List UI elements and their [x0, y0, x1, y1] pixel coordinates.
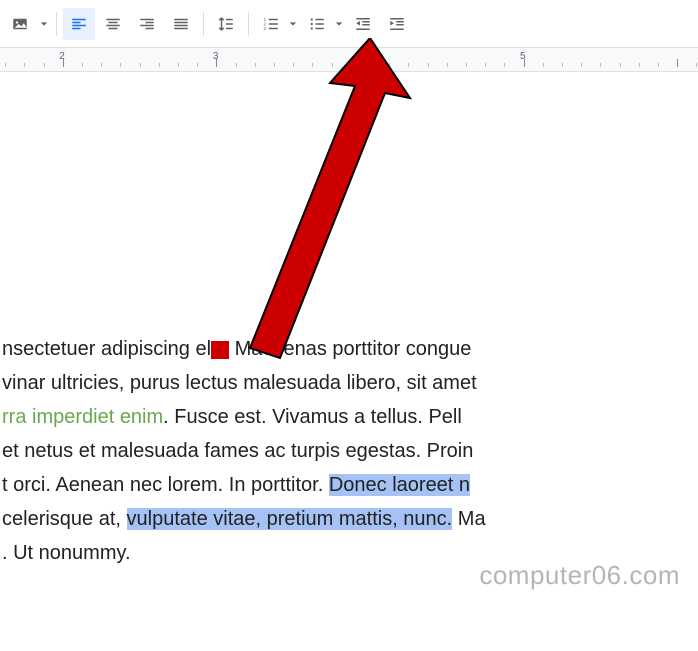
ruler-tick — [543, 63, 544, 67]
formatting-toolbar: 123 — [0, 0, 698, 48]
ruler-tick — [312, 63, 313, 67]
ruler-tick — [600, 63, 601, 67]
ruler-tick — [389, 63, 390, 67]
ruler-tick — [524, 59, 525, 67]
ruler-tick — [293, 63, 294, 67]
ruler-tick — [63, 59, 64, 67]
bulleted-list-button[interactable] — [301, 8, 333, 40]
ruler-tick — [581, 63, 582, 67]
selected-text: vulputate vitae, pretium mattis, nunc. — [127, 508, 453, 530]
ruler-tick — [5, 63, 6, 67]
ruler-tick — [197, 63, 198, 67]
ruler-tick — [178, 63, 179, 67]
toolbar-separator — [203, 12, 204, 36]
align-right-button[interactable] — [131, 8, 163, 40]
bulleted-list-dropdown-icon[interactable] — [333, 20, 345, 28]
text-run: t orci. Aenean nec lorem. In porttitor. — [2, 474, 329, 496]
text-line[interactable]: t orci. Aenean nec lorem. In porttitor. … — [0, 468, 698, 502]
ruler-tick — [216, 59, 217, 67]
decrease-indent-button[interactable] — [347, 8, 379, 40]
ruler-tick — [82, 63, 83, 67]
align-center-button[interactable] — [97, 8, 129, 40]
ruler-tick — [485, 63, 486, 67]
text-line[interactable]: rra imperdiet enim. Fusce est. Vivamus a… — [0, 400, 698, 434]
text-line[interactable]: celerisque at, vulputate vitae, pretium … — [0, 502, 698, 536]
text-line[interactable]: et netus et malesuada fames ac turpis eg… — [0, 434, 698, 468]
horizontal-ruler[interactable]: 2345 — [0, 48, 698, 72]
selected-text: Donec laoreet n — [329, 474, 470, 496]
text-line[interactable]: . Ut nonummy. — [0, 536, 698, 570]
svg-text:3: 3 — [264, 26, 267, 31]
line-spacing-button[interactable] — [210, 8, 242, 40]
ruler-tick — [24, 63, 25, 67]
ruler-tick — [236, 63, 237, 67]
document-body[interactable]: nsectetuer adipiscing el Maecenas portti… — [0, 72, 698, 570]
increase-indent-button[interactable] — [381, 8, 413, 40]
ruler-tick — [677, 59, 678, 67]
text-run: Ma — [452, 508, 485, 530]
toolbar-separator — [248, 12, 249, 36]
arrow-tip-overlap — [211, 341, 229, 359]
ruler-tick — [428, 63, 429, 67]
align-justify-button[interactable] — [165, 8, 197, 40]
ruler-tick — [255, 63, 256, 67]
ruler-tick — [447, 63, 448, 67]
hyperlink-text[interactable]: rra imperdiet enim — [2, 406, 163, 428]
ruler-tick — [658, 63, 659, 67]
ruler-tick — [696, 63, 697, 67]
ruler-tick — [504, 63, 505, 67]
insert-image-button[interactable] — [4, 8, 36, 40]
ruler-tick — [639, 63, 640, 67]
numbered-list-button[interactable]: 123 — [255, 8, 287, 40]
ruler-tick — [620, 63, 621, 67]
image-dropdown-arrow-icon[interactable] — [38, 20, 50, 28]
ruler-tick — [466, 63, 467, 67]
align-left-button[interactable] — [63, 8, 95, 40]
text-run: celerisque at, — [2, 508, 127, 530]
ruler-tick — [562, 63, 563, 67]
toolbar-separator — [56, 12, 57, 36]
ruler-tick — [44, 63, 45, 67]
text-run: et netus et malesuada fames ac turpis eg… — [2, 440, 473, 462]
ruler-tick — [370, 59, 371, 67]
numbered-list-dropdown-icon[interactable] — [287, 20, 299, 28]
ruler-tick — [408, 63, 409, 67]
text-line[interactable]: nsectetuer adipiscing el Maecenas portti… — [0, 332, 698, 366]
ruler-tick — [332, 63, 333, 67]
ruler-tick — [159, 63, 160, 67]
text-run: . Fusce est. Vivamus a tellus. Pell — [163, 406, 462, 428]
text-run: nsectetuer adipiscing el — [2, 338, 211, 360]
text-run: vinar ultricies, purus lectus malesuada … — [2, 372, 477, 394]
text-run: Maecenas porttitor congue — [229, 338, 471, 360]
ruler-tick — [351, 63, 352, 67]
ruler-tick — [274, 63, 275, 67]
ruler-tick — [101, 63, 102, 67]
text-line[interactable]: vinar ultricies, purus lectus malesuada … — [0, 366, 698, 400]
text-run: . Ut nonummy. — [2, 542, 131, 564]
ruler-tick — [120, 63, 121, 67]
ruler-tick — [140, 63, 141, 67]
